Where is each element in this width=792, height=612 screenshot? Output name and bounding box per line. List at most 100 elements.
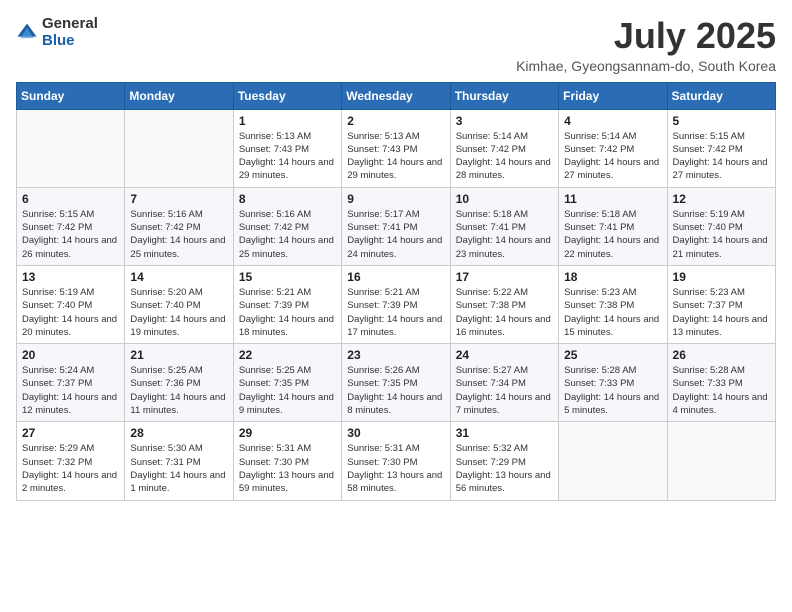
day-number: 19 xyxy=(673,270,770,284)
day-detail: Sunrise: 5:13 AM Sunset: 7:43 PM Dayligh… xyxy=(239,130,336,183)
day-detail: Sunrise: 5:14 AM Sunset: 7:42 PM Dayligh… xyxy=(456,130,553,183)
day-number: 3 xyxy=(456,114,553,128)
day-detail: Sunrise: 5:13 AM Sunset: 7:43 PM Dayligh… xyxy=(347,130,444,183)
calendar-table: SundayMondayTuesdayWednesdayThursdayFrid… xyxy=(16,82,776,501)
day-detail: Sunrise: 5:18 AM Sunset: 7:41 PM Dayligh… xyxy=(564,208,661,261)
calendar-week-row: 1 Sunrise: 5:13 AM Sunset: 7:43 PM Daylig… xyxy=(17,109,776,187)
day-detail: Sunrise: 5:18 AM Sunset: 7:41 PM Dayligh… xyxy=(456,208,553,261)
day-number: 5 xyxy=(673,114,770,128)
day-detail: Sunrise: 5:25 AM Sunset: 7:35 PM Dayligh… xyxy=(239,364,336,417)
day-detail: Sunrise: 5:31 AM Sunset: 7:30 PM Dayligh… xyxy=(347,442,444,495)
day-detail: Sunrise: 5:27 AM Sunset: 7:34 PM Dayligh… xyxy=(456,364,553,417)
logo: General Blue xyxy=(16,16,98,49)
day-number: 12 xyxy=(673,192,770,206)
day-detail: Sunrise: 5:21 AM Sunset: 7:39 PM Dayligh… xyxy=(347,286,444,339)
day-number: 17 xyxy=(456,270,553,284)
day-number: 15 xyxy=(239,270,336,284)
calendar-week-row: 13Sunrise: 5:19 AM Sunset: 7:40 PM Dayli… xyxy=(17,265,776,343)
day-detail: Sunrise: 5:31 AM Sunset: 7:30 PM Dayligh… xyxy=(239,442,336,495)
calendar-day-cell xyxy=(559,422,667,500)
calendar-day-cell: 27 Sunrise: 5:29 AM Sunset: 7:32 PM Dayli… xyxy=(17,422,125,500)
calendar-day-cell: 8 Sunrise: 5:16 AM Sunset: 7:42 PM Daylig… xyxy=(233,187,341,265)
calendar-day-cell: 31 Sunrise: 5:32 AM Sunset: 7:29 PM Dayli… xyxy=(450,422,558,500)
day-number: 11 xyxy=(564,192,661,206)
day-number: 25 xyxy=(564,348,661,362)
day-number: 20 xyxy=(22,348,119,362)
day-detail: Sunrise: 5:22 AM Sunset: 7:38 PM Dayligh… xyxy=(456,286,553,339)
calendar-day-cell: 30 Sunrise: 5:31 AM Sunset: 7:30 PM Dayli… xyxy=(342,422,450,500)
day-number: 16 xyxy=(347,270,444,284)
day-number: 2 xyxy=(347,114,444,128)
day-number: 9 xyxy=(347,192,444,206)
day-detail: Sunrise: 5:30 AM Sunset: 7:31 PM Dayligh… xyxy=(130,442,227,495)
day-detail: Sunrise: 5:16 AM Sunset: 7:42 PM Dayligh… xyxy=(130,208,227,261)
day-detail: Sunrise: 5:16 AM Sunset: 7:42 PM Dayligh… xyxy=(239,208,336,261)
calendar-day-cell: 3 Sunrise: 5:14 AM Sunset: 7:42 PM Daylig… xyxy=(450,109,558,187)
day-number: 26 xyxy=(673,348,770,362)
day-number: 22 xyxy=(239,348,336,362)
calendar-day-cell: 12 Sunrise: 5:19 AM Sunset: 7:40 PM Dayli… xyxy=(667,187,775,265)
weekday-header-cell: Saturday xyxy=(667,82,775,109)
day-number: 10 xyxy=(456,192,553,206)
calendar-day-cell: 19 Sunrise: 5:23 AM Sunset: 7:37 PM Dayli… xyxy=(667,265,775,343)
day-detail: Sunrise: 5:20 AM Sunset: 7:40 PM Dayligh… xyxy=(130,286,227,339)
day-number: 29 xyxy=(239,426,336,440)
day-number: 23 xyxy=(347,348,444,362)
page-header: General Blue July 2025 Kimhae, Gyeongsan… xyxy=(16,16,776,74)
day-detail: Sunrise: 5:15 AM Sunset: 7:42 PM Dayligh… xyxy=(673,130,770,183)
day-number: 31 xyxy=(456,426,553,440)
calendar-day-cell: 1 Sunrise: 5:13 AM Sunset: 7:43 PM Daylig… xyxy=(233,109,341,187)
day-number: 1 xyxy=(239,114,336,128)
calendar-day-cell: 10 Sunrise: 5:18 AM Sunset: 7:41 PM Dayli… xyxy=(450,187,558,265)
calendar-day-cell: 28Sunrise: 5:30 AM Sunset: 7:31 PM Dayli… xyxy=(125,422,233,500)
calendar-day-cell xyxy=(667,422,775,500)
day-detail: Sunrise: 5:14 AM Sunset: 7:42 PM Dayligh… xyxy=(564,130,661,183)
day-detail: Sunrise: 5:23 AM Sunset: 7:38 PM Dayligh… xyxy=(564,286,661,339)
day-number: 27 xyxy=(22,426,119,440)
calendar-day-cell: 22 Sunrise: 5:25 AM Sunset: 7:35 PM Dayli… xyxy=(233,344,341,422)
day-number: 24 xyxy=(456,348,553,362)
calendar-day-cell: 25 Sunrise: 5:28 AM Sunset: 7:33 PM Dayli… xyxy=(559,344,667,422)
day-number: 21 xyxy=(130,348,227,362)
calendar-day-cell: 18Sunrise: 5:23 AM Sunset: 7:38 PM Dayli… xyxy=(559,265,667,343)
day-detail: Sunrise: 5:28 AM Sunset: 7:33 PM Dayligh… xyxy=(564,364,661,417)
day-detail: Sunrise: 5:28 AM Sunset: 7:33 PM Dayligh… xyxy=(673,364,770,417)
day-detail: Sunrise: 5:29 AM Sunset: 7:32 PM Dayligh… xyxy=(22,442,119,495)
calendar-day-cell: 14 Sunrise: 5:20 AM Sunset: 7:40 PM Dayli… xyxy=(125,265,233,343)
logo-blue-text: Blue xyxy=(42,33,98,50)
day-number: 13 xyxy=(22,270,119,284)
calendar-day-cell: 7Sunrise: 5:16 AM Sunset: 7:42 PM Daylig… xyxy=(125,187,233,265)
weekday-header-cell: Wednesday xyxy=(342,82,450,109)
calendar-day-cell: 4 Sunrise: 5:14 AM Sunset: 7:42 PM Daylig… xyxy=(559,109,667,187)
title-area: July 2025 Kimhae, Gyeongsannam-do, South… xyxy=(516,16,776,74)
calendar-day-cell: 2 Sunrise: 5:13 AM Sunset: 7:43 PM Daylig… xyxy=(342,109,450,187)
weekday-header-row: SundayMondayTuesdayWednesdayThursdayFrid… xyxy=(17,82,776,109)
day-detail: Sunrise: 5:26 AM Sunset: 7:35 PM Dayligh… xyxy=(347,364,444,417)
day-detail: Sunrise: 5:15 AM Sunset: 7:42 PM Dayligh… xyxy=(22,208,119,261)
day-detail: Sunrise: 5:21 AM Sunset: 7:39 PM Dayligh… xyxy=(239,286,336,339)
weekday-header-cell: Friday xyxy=(559,82,667,109)
calendar-day-cell xyxy=(125,109,233,187)
day-number: 8 xyxy=(239,192,336,206)
weekday-header-cell: Tuesday xyxy=(233,82,341,109)
weekday-header-cell: Monday xyxy=(125,82,233,109)
calendar-day-cell: 20 Sunrise: 5:24 AM Sunset: 7:37 PM Dayli… xyxy=(17,344,125,422)
calendar-day-cell: 21 Sunrise: 5:25 AM Sunset: 7:36 PM Dayli… xyxy=(125,344,233,422)
calendar-day-cell: 15 Sunrise: 5:21 AM Sunset: 7:39 PM Dayli… xyxy=(233,265,341,343)
logo-general-text: General xyxy=(42,16,98,33)
day-detail: Sunrise: 5:17 AM Sunset: 7:41 PM Dayligh… xyxy=(347,208,444,261)
calendar-day-cell: 16 Sunrise: 5:21 AM Sunset: 7:39 PM Dayli… xyxy=(342,265,450,343)
day-detail: Sunrise: 5:25 AM Sunset: 7:36 PM Dayligh… xyxy=(130,364,227,417)
calendar-subtitle: Kimhae, Gyeongsannam-do, South Korea xyxy=(516,58,776,74)
day-detail: Sunrise: 5:19 AM Sunset: 7:40 PM Dayligh… xyxy=(673,208,770,261)
day-detail: Sunrise: 5:23 AM Sunset: 7:37 PM Dayligh… xyxy=(673,286,770,339)
day-number: 4 xyxy=(564,114,661,128)
day-number: 14 xyxy=(130,270,227,284)
day-number: 30 xyxy=(347,426,444,440)
calendar-day-cell: 5 Sunrise: 5:15 AM Sunset: 7:42 PM Daylig… xyxy=(667,109,775,187)
calendar-day-cell: 6 Sunrise: 5:15 AM Sunset: 7:42 PM Daylig… xyxy=(17,187,125,265)
calendar-day-cell: 13Sunrise: 5:19 AM Sunset: 7:40 PM Dayli… xyxy=(17,265,125,343)
day-number: 6 xyxy=(22,192,119,206)
day-detail: Sunrise: 5:24 AM Sunset: 7:37 PM Dayligh… xyxy=(22,364,119,417)
day-detail: Sunrise: 5:32 AM Sunset: 7:29 PM Dayligh… xyxy=(456,442,553,495)
